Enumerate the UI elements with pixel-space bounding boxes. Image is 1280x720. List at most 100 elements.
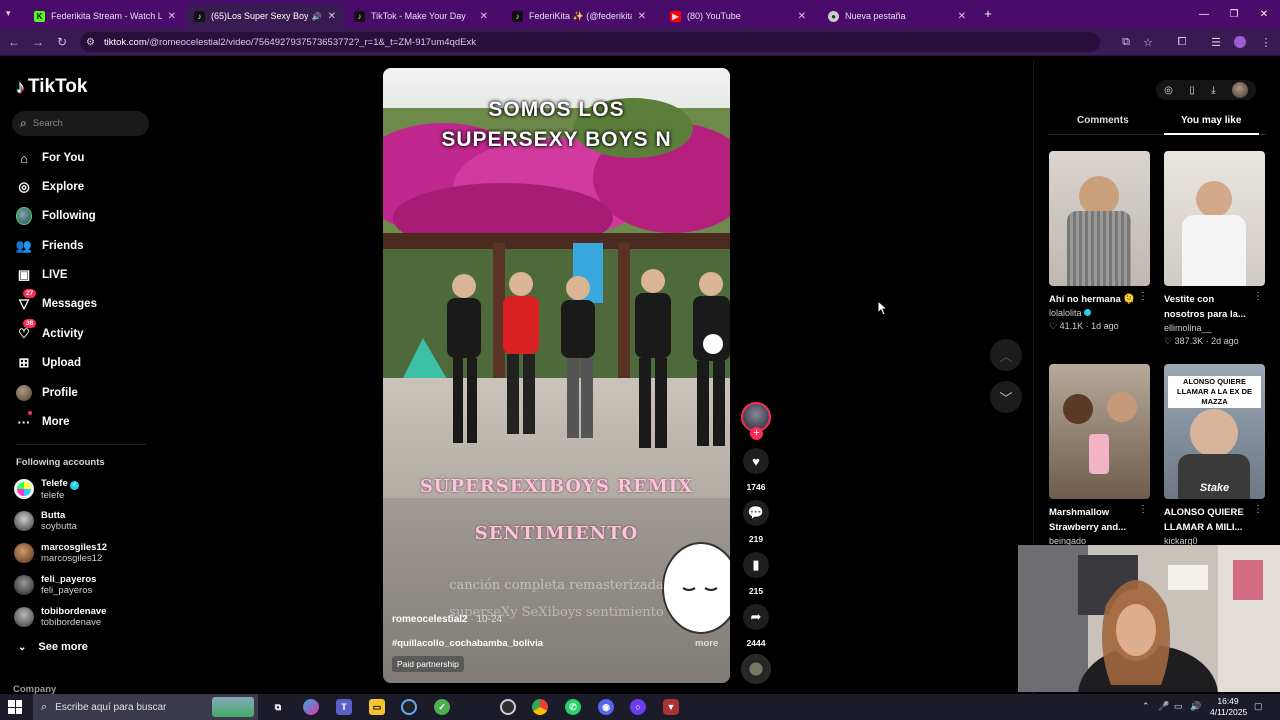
app-icon-3[interactable]: ○ (630, 699, 646, 715)
browser-tab[interactable]: ▶ (80) YouTube ✕ (662, 4, 814, 28)
nav-for-you[interactable]: ⌂ For You (16, 148, 84, 168)
reload-icon[interactable]: ↻ (54, 34, 70, 50)
account-item[interactable]: Butta soybutta (14, 509, 77, 533)
tab-comments[interactable]: Comments (1077, 115, 1129, 126)
nav-activity[interactable]: ♡ 38 Activity (16, 319, 84, 344)
next-video-button[interactable]: ﹀ (990, 381, 1022, 413)
address-bar[interactable]: ⚙ tiktok.com/@romeocelestial2/video/7564… (80, 32, 1100, 52)
see-more-button[interactable]: ⌄ See more (18, 641, 88, 653)
close-tab-icon[interactable]: ✕ (958, 11, 966, 22)
close-window-icon[interactable]: ✕ (1248, 0, 1280, 28)
tab-list-button[interactable]: ▾ (6, 8, 11, 19)
nav-explore[interactable]: ◎ Explore (16, 177, 84, 197)
teams-icon[interactable]: T (336, 699, 352, 715)
nav-friends[interactable]: 👥 Friends (16, 236, 84, 256)
browser-tab[interactable]: ● Nueva pestaña ✕ (820, 4, 974, 28)
close-tab-icon[interactable]: ✕ (798, 11, 806, 22)
music-disc-icon (741, 654, 771, 684)
creator-avatar[interactable]: + (739, 402, 773, 440)
tray-chevron-icon[interactable]: ⌃ (1142, 701, 1150, 712)
browser-tab[interactable]: ♪ FederiKita ✨ (@federikita) ✕ (504, 4, 654, 28)
file-explorer-icon[interactable]: ▭ (369, 699, 385, 715)
logo-text: TikTok (28, 76, 88, 97)
reading-list-icon[interactable]: ☰ (1208, 34, 1224, 50)
follow-plus-icon[interactable]: + (750, 427, 763, 440)
compass-icon[interactable]: ◎ (1164, 85, 1173, 96)
nav-more[interactable]: ··· More (16, 411, 69, 432)
search-input[interactable]: ⌕ Search (12, 111, 149, 136)
video-hashtag[interactable]: #quillacollo_cochabamba_bolivia (392, 638, 543, 649)
card-menu-icon[interactable]: ⋮ (1138, 291, 1148, 302)
windows-start-icon[interactable] (8, 700, 22, 714)
back-icon[interactable]: ← (6, 34, 22, 50)
download-icon[interactable]: ⤓ (1211, 85, 1215, 96)
account-item[interactable]: tobibordenave tobibordenave (14, 605, 106, 629)
app-icon-2[interactable]: ✓ (434, 699, 450, 715)
nav-upload[interactable]: ⊞ Upload (16, 353, 81, 373)
close-tab-icon[interactable]: ✕ (638, 11, 646, 22)
taskbar-clock[interactable]: 16:49 4/11/2025 (1210, 696, 1247, 718)
close-tab-icon[interactable]: ✕ (480, 11, 488, 22)
suggested-video-card[interactable]: Ahí no hermana 🫠 lolalolita ♡ 41.1K · 1d… (1049, 151, 1150, 333)
account-item[interactable]: feli_payeros feli_payeros (14, 573, 96, 597)
close-tab-icon[interactable]: ✕ (328, 11, 336, 22)
site-info-icon[interactable]: ⚙ (86, 37, 95, 48)
minimize-icon[interactable]: — (1188, 0, 1220, 28)
like-button[interactable]: ♥ 1746 (739, 448, 773, 492)
tab-you-may-like[interactable]: You may like (1181, 115, 1241, 126)
audio-playing-icon[interactable]: 🔊 (312, 12, 322, 21)
nav-following[interactable]: Following (16, 206, 96, 226)
whatsapp-icon[interactable]: ✆ (565, 699, 581, 715)
taskbar-search-input[interactable]: ⌕ Escribe aquí para buscar (33, 694, 258, 720)
account-item[interactable]: marcosgiles12 marcosgiles12 (14, 541, 107, 565)
sound-disc[interactable] (739, 654, 773, 684)
profile-icon[interactable] (1232, 34, 1248, 50)
discord-icon[interactable]: ◉ (598, 699, 614, 715)
new-tab-button[interactable]: + (980, 6, 996, 22)
nav-label: Profile (42, 387, 78, 399)
card-menu-icon[interactable]: ⋮ (1253, 504, 1263, 515)
suggested-video-card[interactable]: Vestite con nosotros para la... ellimoli… (1164, 151, 1265, 348)
browser-tab-active[interactable]: ♪ (65)Los Super Sexy Boys: Re 🔊 ✕ (186, 4, 344, 28)
network-icon[interactable]: ▭ (1174, 701, 1183, 712)
restore-icon[interactable]: ❐ (1218, 0, 1250, 28)
tiktok-logo[interactable]: ♪ TikTok (16, 76, 87, 98)
nav-live[interactable]: ▣ LIVE (16, 265, 68, 285)
user-avatar[interactable] (1231, 82, 1248, 98)
share-button[interactable]: ➦ 2444 (739, 604, 773, 648)
account-name: Butta (41, 510, 66, 521)
comment-button[interactable]: 💬 219 (739, 500, 773, 544)
extensions-icon[interactable]: ⧠ (1174, 34, 1190, 50)
caption-more-link[interactable]: more (695, 638, 718, 649)
video-author[interactable]: romeocelestial2 (392, 614, 468, 625)
nav-messages[interactable]: ▽ 27 Messages (16, 289, 97, 314)
microphone-icon[interactable]: 🎤 (1158, 701, 1169, 712)
volume-icon[interactable]: 🔊 (1190, 701, 1201, 712)
app-icon-1[interactable] (401, 699, 417, 715)
account-item[interactable]: Telefe ✓ telefe (14, 477, 80, 501)
forward-icon[interactable]: → (30, 34, 46, 50)
previous-video-button[interactable]: ︿ (990, 339, 1022, 371)
suggested-video-card[interactable]: Marshmallow Strawberry and... beingado ⋮ (1049, 364, 1150, 548)
browser-tab[interactable]: ♪ TikTok - Make Your Day ✕ (346, 4, 496, 28)
save-button[interactable]: ▮ 215 (739, 552, 773, 596)
suggested-video-card[interactable]: ALONSO QUIERE LLAMAR A LA EX DE MAZZA St… (1164, 364, 1265, 548)
activity-icon: ♡ 38 (16, 319, 37, 342)
install-app-icon[interactable]: ⧉ (1118, 34, 1134, 50)
obs-icon[interactable] (500, 699, 516, 715)
app-icon-4[interactable]: ▼ (663, 699, 679, 715)
task-view-icon[interactable]: ⧉ (270, 699, 286, 715)
bookmark-star-icon[interactable]: ☆ (1140, 34, 1156, 50)
video-player[interactable]: SOMOS LOS SUPERSEXY BOYS N SÚPERSEXIBOYS… (383, 68, 730, 683)
card-title: ALONSO QUIERE LLAMAR A MILI... (1164, 507, 1244, 533)
phone-icon[interactable]: ▯ (1189, 85, 1195, 96)
nav-profile[interactable]: Profile (16, 383, 78, 403)
close-tab-icon[interactable]: ✕ (168, 11, 176, 22)
chrome-icon[interactable] (532, 699, 548, 715)
card-menu-icon[interactable]: ⋮ (1138, 504, 1148, 515)
copilot-icon[interactable] (303, 699, 319, 715)
card-menu-icon[interactable]: ⋮ (1253, 291, 1263, 302)
menu-kebab-icon[interactable]: ⋮ (1258, 34, 1274, 50)
browser-tab[interactable]: K Federikita Stream - Watch Live ✕ (26, 4, 184, 28)
notifications-icon[interactable]: ▢ (1254, 701, 1263, 712)
